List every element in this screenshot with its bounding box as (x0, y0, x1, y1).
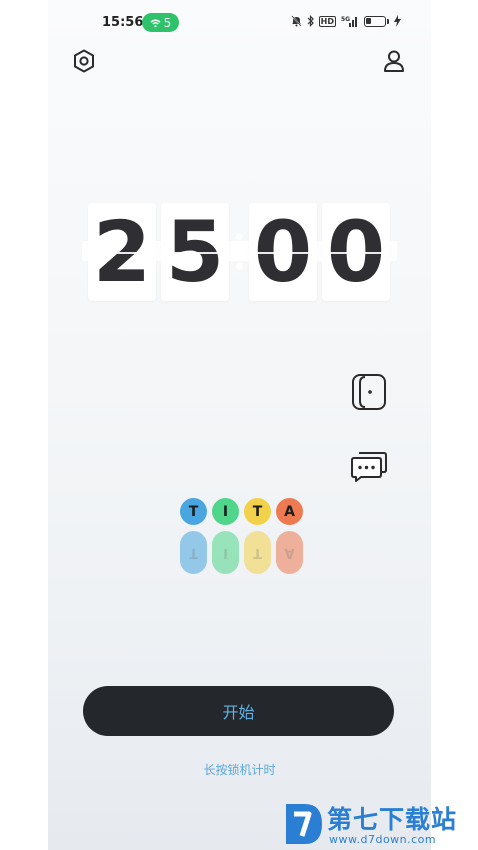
long-press-lock-hint[interactable]: 长按锁机计时 (48, 761, 431, 778)
settings-button[interactable] (71, 48, 97, 74)
site-watermark: 第七下载站 www.d7down.com (283, 798, 478, 850)
status-bar: 15:56 5 HD 5G (48, 10, 431, 36)
logo-reflection-a: A (276, 531, 303, 574)
phone-lock-icon (352, 374, 386, 410)
mute-bell-icon (291, 15, 302, 27)
tita-logo: T I T A T I T A (180, 498, 305, 578)
d7-logo-icon (286, 804, 322, 844)
start-button[interactable]: 开始 (83, 686, 394, 736)
signal-label: 5G (341, 16, 350, 23)
phone-lock-button[interactable] (350, 373, 388, 411)
chat-button[interactable] (350, 447, 388, 485)
logo-letter-a: A (276, 498, 303, 525)
logo-reflection-t2: T (244, 531, 271, 574)
charging-bolt-icon (394, 15, 401, 27)
logo-reflection-i: I (212, 531, 239, 574)
logo-letter-t2-text: T (252, 503, 263, 520)
bluetooth-icon (307, 15, 314, 27)
flip-clock: 2 5 0 0 (82, 203, 397, 303)
second-tens-digit: 0 (249, 203, 317, 301)
logo-letter-t1-text: T (188, 503, 199, 520)
chat-bubbles-icon (351, 452, 387, 482)
logo-reflection-i-text: I (223, 545, 228, 560)
logo-letter-i: I (212, 498, 239, 525)
logo-letter-t2: T (244, 498, 271, 525)
battery-icon (364, 15, 386, 27)
app-screen: 15:56 5 HD 5G 2 5 0 0 T I T A T I T A 开始… (48, 0, 431, 850)
logo-reflection-t1: T (180, 531, 207, 574)
battery-nub (387, 18, 389, 24)
person-icon (384, 50, 404, 72)
status-icons: HD 5G (291, 15, 401, 27)
wifi-badge-count: 5 (163, 15, 172, 30)
start-button-label: 开始 (222, 703, 255, 722)
settings-gear-icon (74, 49, 94, 73)
minute-tens-digit: 2 (88, 203, 156, 301)
logo-letter-t1: T (180, 498, 207, 525)
minute-ones-digit: 5 (161, 203, 229, 301)
profile-button[interactable] (381, 48, 407, 74)
watermark-url: www.d7down.com (329, 833, 437, 846)
hd-badge: HD (318, 15, 336, 27)
watermark-title: 第七下载站 (327, 805, 458, 834)
logo-letter-a-text: A (284, 503, 295, 520)
clock-separator (235, 230, 245, 274)
second-ones-digit: 0 (322, 203, 390, 301)
logo-reflection-t1-text: T (189, 545, 198, 560)
wifi-hotspot-badge: 5 (142, 13, 179, 32)
logo-reflection-a-text: A (284, 545, 295, 560)
wifi-icon (150, 19, 161, 27)
signal-icon: 5G (341, 16, 357, 27)
logo-reflection-t2-text: T (253, 545, 262, 560)
logo-letter-i-text: I (222, 503, 229, 520)
status-time: 15:56 (102, 15, 144, 30)
